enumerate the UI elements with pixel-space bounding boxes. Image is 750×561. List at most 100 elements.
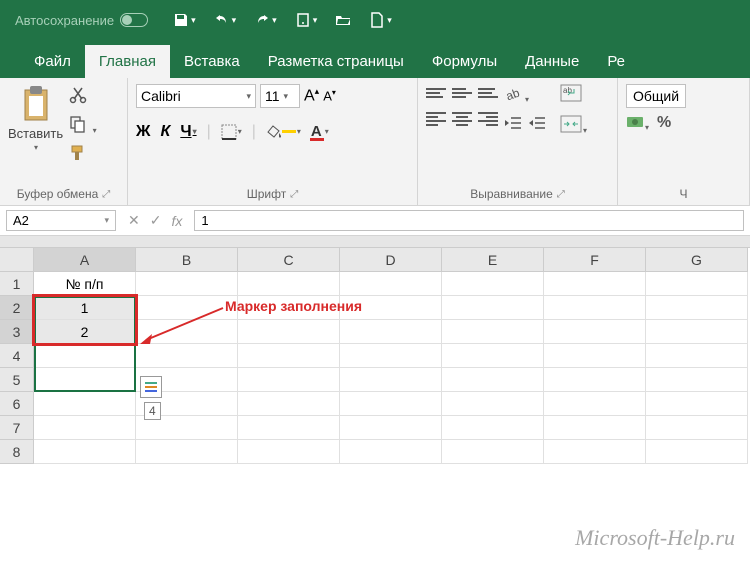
cell[interactable] (238, 344, 340, 368)
cell[interactable] (340, 440, 442, 464)
dialog-launcher-icon[interactable]: ⤢ (557, 189, 565, 200)
cell[interactable] (34, 344, 136, 368)
fill-color-button[interactable]: ▾ (266, 125, 301, 139)
align-top-icon[interactable] (426, 84, 446, 102)
cell-A1[interactable]: № п/п (34, 272, 136, 296)
borders-button[interactable]: ▾ (221, 124, 242, 140)
row-header-3[interactable]: 3 (0, 320, 34, 344)
col-header-D[interactable]: D (340, 248, 442, 272)
align-left-icon[interactable] (426, 110, 446, 128)
touch-mode-icon[interactable]: ▾ (295, 12, 318, 28)
currency-icon[interactable]: ▾ (626, 114, 649, 135)
cell[interactable] (544, 392, 646, 416)
font-name-combo[interactable]: Calibri ▾ (136, 84, 256, 108)
number-format-combo[interactable]: Общий (626, 84, 686, 108)
col-header-G[interactable]: G (646, 248, 748, 272)
cell[interactable] (544, 344, 646, 368)
cell[interactable] (442, 416, 544, 440)
cell[interactable] (34, 368, 136, 392)
align-bottom-icon[interactable] (478, 84, 498, 102)
cancel-icon[interactable]: ✕ (128, 212, 140, 229)
undo-icon[interactable]: ▾ (214, 12, 237, 28)
redo-icon[interactable]: ▾ (254, 12, 277, 28)
cell[interactable] (34, 440, 136, 464)
row-header-8[interactable]: 8 (0, 440, 34, 464)
align-center-icon[interactable] (452, 110, 472, 128)
tab-home[interactable]: Главная (85, 45, 170, 78)
col-header-E[interactable]: E (442, 248, 544, 272)
bold-button[interactable]: Ж (136, 123, 150, 141)
cell[interactable] (340, 344, 442, 368)
align-middle-icon[interactable] (452, 84, 472, 102)
cell[interactable] (646, 320, 748, 344)
cell[interactable] (238, 440, 340, 464)
col-header-A[interactable]: A (34, 248, 136, 272)
cell[interactable] (544, 440, 646, 464)
cell[interactable] (340, 368, 442, 392)
cell[interactable] (238, 392, 340, 416)
increase-font-icon[interactable]: A▴ (304, 86, 319, 105)
tab-data[interactable]: Данные (511, 45, 593, 78)
name-box[interactable]: A2 ▾ (6, 210, 116, 231)
cell[interactable] (136, 272, 238, 296)
row-header-2[interactable]: 2 (0, 296, 34, 320)
cell[interactable] (646, 272, 748, 296)
autofill-options-button[interactable] (140, 376, 162, 398)
cell[interactable] (646, 344, 748, 368)
decrease-indent-icon[interactable] (504, 115, 522, 136)
align-right-icon[interactable] (478, 110, 498, 128)
cell[interactable] (238, 416, 340, 440)
cell[interactable] (442, 344, 544, 368)
cell[interactable] (34, 416, 136, 440)
save-icon[interactable]: ▾ (173, 12, 196, 28)
cell[interactable] (442, 272, 544, 296)
col-header-F[interactable]: F (544, 248, 646, 272)
cell[interactable] (544, 368, 646, 392)
italic-button[interactable]: К (160, 123, 170, 141)
spreadsheet-grid[interactable]: A B C D E F G 1№ п/п 21 32 4 5 6 7 8 4 М… (0, 248, 750, 464)
cell[interactable] (442, 320, 544, 344)
tab-formulas[interactable]: Формулы (418, 45, 511, 78)
percent-icon[interactable]: % (657, 114, 671, 135)
wrap-text-icon[interactable]: ab (560, 84, 587, 107)
row-header-7[interactable]: 7 (0, 416, 34, 440)
cell[interactable] (340, 392, 442, 416)
formula-input[interactable]: 1 (194, 210, 744, 231)
tab-file[interactable]: Файл (20, 45, 85, 78)
cell[interactable] (442, 440, 544, 464)
cell[interactable] (544, 272, 646, 296)
fx-icon[interactable]: fx (171, 213, 182, 229)
decrease-font-icon[interactable]: A▾ (323, 88, 336, 103)
cell[interactable] (136, 440, 238, 464)
row-header-5[interactable]: 5 (0, 368, 34, 392)
cell[interactable] (646, 416, 748, 440)
orientation-icon[interactable]: ab▾ (504, 84, 529, 107)
dialog-launcher-icon[interactable]: ⤢ (102, 189, 110, 200)
cell[interactable] (544, 416, 646, 440)
font-size-combo[interactable]: 11 ▾ (260, 84, 300, 108)
cell[interactable] (238, 320, 340, 344)
increase-indent-icon[interactable] (528, 115, 546, 136)
paste-button[interactable]: Вставить ▾ (8, 84, 63, 152)
cell[interactable] (340, 416, 442, 440)
col-header-B[interactable]: B (136, 248, 238, 272)
cell[interactable] (238, 272, 340, 296)
autosave-toggle[interactable]: Автосохранение (15, 13, 148, 28)
cell-A2[interactable]: 1 (34, 296, 136, 320)
cell[interactable] (646, 392, 748, 416)
row-header-6[interactable]: 6 (0, 392, 34, 416)
cell[interactable] (646, 440, 748, 464)
tab-review[interactable]: Ре (593, 45, 639, 78)
cut-icon[interactable] (69, 86, 96, 109)
tab-insert[interactable]: Вставка (170, 45, 254, 78)
dialog-launcher-icon[interactable]: ⤢ (290, 189, 298, 200)
cell[interactable] (646, 368, 748, 392)
cell[interactable] (340, 272, 442, 296)
cell[interactable] (442, 368, 544, 392)
copy-icon[interactable]: ▾ (69, 115, 96, 138)
underline-button[interactable]: Ч▾ (180, 123, 196, 141)
cell[interactable] (340, 320, 442, 344)
row-header-1[interactable]: 1 (0, 272, 34, 296)
format-painter-icon[interactable] (69, 144, 96, 167)
col-header-C[interactable]: C (238, 248, 340, 272)
